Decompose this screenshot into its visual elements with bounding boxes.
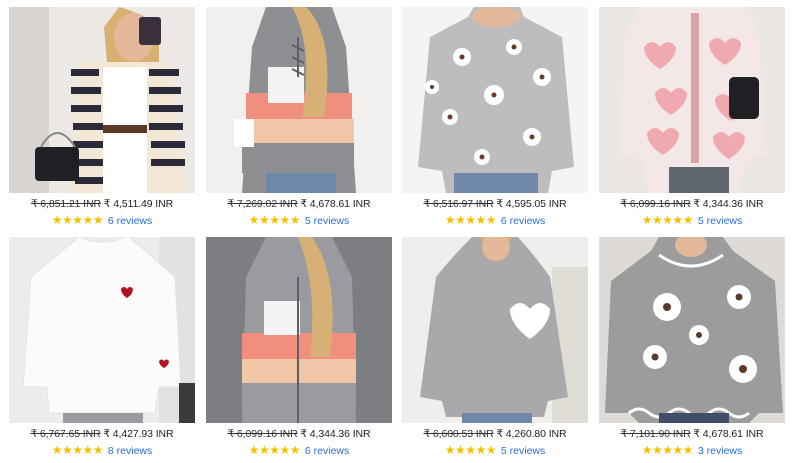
sale-price: ₹ 4,678.61 INR — [693, 428, 764, 440]
grey-flower-sweater-illustration — [402, 7, 588, 193]
original-price: ₹ 7,101.90 INR — [620, 428, 691, 440]
price-line: ₹ 6,851.21 INR ₹ 4,511.49 INR — [9, 198, 195, 210]
rating-row[interactable]: ★★★★★ 5 reviews — [402, 443, 588, 457]
product-card[interactable]: ₹ 6,099.16 INR ₹ 4,344.36 INR ★★★★★ 6 re… — [206, 237, 392, 457]
original-price: ₹ 6,767.65 INR — [30, 428, 101, 440]
rating-row[interactable]: ★★★★★ 6 reviews — [9, 213, 195, 227]
reviews-link[interactable]: 6 reviews — [108, 215, 152, 227]
original-price: ₹ 6,516.97 INR — [423, 198, 494, 210]
reviews-link[interactable]: 5 reviews — [698, 215, 742, 227]
star-icon: ★★★★★ — [444, 213, 497, 227]
sale-price: ₹ 4,427.93 INR — [103, 428, 174, 440]
product-image[interactable] — [9, 237, 195, 423]
reviews-link[interactable]: 6 reviews — [501, 215, 545, 227]
star-icon: ★★★★★ — [248, 213, 301, 227]
rating-row[interactable]: ★★★★★ 3 reviews — [599, 443, 785, 457]
product-card[interactable]: ₹ 6,516.97 INR ₹ 4,595.05 INR ★★★★★ 6 re… — [402, 7, 588, 227]
original-price: ₹ 6,600.53 INR — [423, 428, 494, 440]
star-icon: ★★★★★ — [641, 213, 694, 227]
white-heart-sweater-illustration — [9, 237, 195, 423]
rating-row[interactable]: ★★★★★ 5 reviews — [206, 213, 392, 227]
reviews-link[interactable]: 5 reviews — [305, 215, 349, 227]
colorblock-hoodie-illustration — [206, 7, 392, 193]
sale-price: ₹ 4,344.36 INR — [693, 198, 764, 210]
product-card[interactable]: ₹ 7,269.02 INR ₹ 4,678.61 INR ★★★★★ 5 re… — [206, 7, 392, 227]
price-line: ₹ 6,099.16 INR ₹ 4,344.36 INR — [599, 198, 785, 210]
star-icon: ★★★★★ — [248, 443, 301, 457]
price-line: ₹ 6,600.53 INR ₹ 4,260.80 INR — [402, 428, 588, 440]
price-line: ₹ 6,767.65 INR ₹ 4,427.93 INR — [9, 428, 195, 440]
star-icon: ★★★★★ — [444, 443, 497, 457]
sale-price: ₹ 4,595.05 INR — [496, 198, 567, 210]
product-image[interactable] — [599, 237, 785, 423]
product-card[interactable]: ₹ 7,101.90 INR ₹ 4,678.61 INR ★★★★★ 3 re… — [599, 237, 785, 457]
rating-row[interactable]: ★★★★★ 6 reviews — [402, 213, 588, 227]
sale-price: ₹ 4,260.80 INR — [496, 428, 567, 440]
sale-price: ₹ 4,344.36 INR — [300, 428, 371, 440]
price-line: ₹ 6,516.97 INR ₹ 4,595.05 INR — [402, 198, 588, 210]
product-card[interactable]: ₹ 6,099.16 INR ₹ 4,344.36 INR ★★★★★ 5 re… — [599, 7, 785, 227]
original-price: ₹ 7,269.02 INR — [227, 198, 298, 210]
price-line: ₹ 7,269.02 INR ₹ 4,678.61 INR — [206, 198, 392, 210]
star-icon: ★★★★★ — [51, 213, 104, 227]
reviews-link[interactable]: 6 reviews — [305, 445, 349, 457]
original-price: ₹ 6,851.21 INR — [30, 198, 101, 210]
product-image[interactable] — [206, 237, 392, 423]
product-image[interactable] — [206, 7, 392, 193]
reviews-link[interactable]: 3 reviews — [698, 445, 742, 457]
product-image[interactable] — [599, 7, 785, 193]
striped-cardigan-illustration — [9, 7, 195, 193]
rating-row[interactable]: ★★★★★ 6 reviews — [206, 443, 392, 457]
product-image[interactable] — [402, 237, 588, 423]
reviews-link[interactable]: 5 reviews — [501, 445, 545, 457]
reviews-link[interactable]: 8 reviews — [108, 445, 152, 457]
product-image[interactable] — [9, 7, 195, 193]
heart-cardigan-illustration — [599, 7, 785, 193]
price-line: ₹ 6,099.16 INR ₹ 4,344.36 INR — [206, 428, 392, 440]
sale-price: ₹ 4,511.49 INR — [103, 198, 174, 210]
product-card[interactable]: ₹ 6,600.53 INR ₹ 4,260.80 INR ★★★★★ 5 re… — [402, 237, 588, 457]
colorblock-zip-hoodie-illustration — [206, 237, 392, 423]
grey-heart-sweater-illustration — [402, 237, 588, 423]
star-icon: ★★★★★ — [51, 443, 104, 457]
product-card[interactable]: ₹ 6,851.21 INR ₹ 4,511.49 INR ★★★★★ 6 re… — [9, 7, 195, 227]
sale-price: ₹ 4,678.61 INR — [300, 198, 371, 210]
price-line: ₹ 7,101.90 INR ₹ 4,678.61 INR — [599, 428, 785, 440]
rating-row[interactable]: ★★★★★ 5 reviews — [599, 213, 785, 227]
original-price: ₹ 6,099.16 INR — [620, 198, 691, 210]
grey-flower-wave-sweater-illustration — [599, 237, 785, 423]
rating-row[interactable]: ★★★★★ 8 reviews — [9, 443, 195, 457]
product-card[interactable]: ₹ 6,767.65 INR ₹ 4,427.93 INR ★★★★★ 8 re… — [9, 237, 195, 457]
original-price: ₹ 6,099.16 INR — [227, 428, 298, 440]
product-image[interactable] — [402, 7, 588, 193]
star-icon: ★★★★★ — [641, 443, 694, 457]
